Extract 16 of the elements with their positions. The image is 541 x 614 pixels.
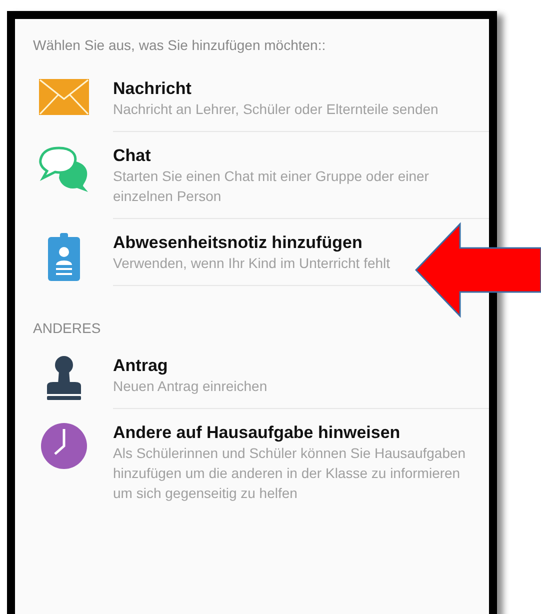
option-title[interactable]: Antrag <box>113 356 168 376</box>
id-badge-icon <box>48 233 80 281</box>
section-header: ANDERES <box>33 320 101 336</box>
option-title[interactable]: Nachricht <box>113 79 192 99</box>
clock-icon <box>41 423 87 469</box>
option-description: Neuen Antrag einreichen <box>113 377 268 396</box>
option-description: Verwenden, wenn Ihr Kind im Unterricht fehlt <box>113 254 392 273</box>
option-title[interactable]: Abwesenheitsnotiz hinzufügen <box>113 233 362 253</box>
envelope-icon <box>39 79 89 115</box>
chat-icon <box>39 146 89 192</box>
prompt-text: Wählen Sie aus, was Sie hinzufügen möchten:: <box>33 37 326 53</box>
option-description: Als Schülerinnen und Schüler können Sie Hausaufgaben hinzufügen um die anderen in der Klasse zu informieren um sich gegenseitig zu helfen <box>113 444 467 503</box>
option-description: Starten Sie einen Chat mit einer Gruppe oder einer einzelnen Person <box>113 167 430 206</box>
option-title[interactable]: Chat <box>113 146 151 166</box>
option-description: Nachricht an Lehrer, Schüler oder Elternteile senden <box>113 100 440 119</box>
option-title[interactable]: Andere auf Hausaufgabe hinweisen <box>113 423 400 443</box>
